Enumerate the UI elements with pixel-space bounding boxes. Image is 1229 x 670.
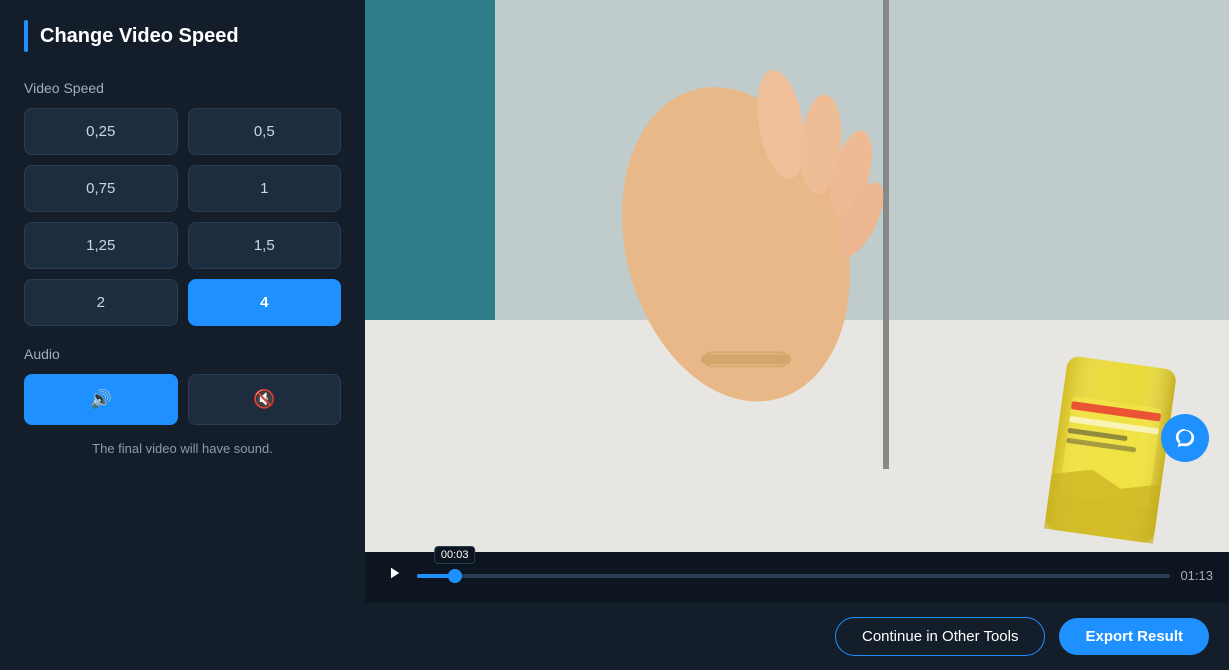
- export-result-button[interactable]: Export Result: [1059, 618, 1209, 655]
- timeline-wrapper: 00:03 01:13: [381, 560, 1213, 591]
- player-bar: 00:03 01:13: [365, 552, 1229, 603]
- timeline-bg: [417, 574, 1170, 578]
- speed-btn-1[interactable]: 1: [188, 165, 342, 212]
- speed-grid: 0,25 0,5 0,75 1 1,25 1,5 2 4: [24, 108, 341, 326]
- video-container: [365, 0, 1229, 552]
- video-speed-label: Video Speed: [24, 80, 341, 96]
- panel-title: Change Video Speed: [40, 25, 239, 48]
- speed-btn-15[interactable]: 1,5: [188, 222, 342, 269]
- panel-title-wrapper: Change Video Speed: [24, 20, 341, 52]
- audio-sound-on-btn[interactable]: 🔊: [24, 374, 178, 425]
- play-button[interactable]: [381, 560, 407, 591]
- speed-btn-4[interactable]: 4: [188, 279, 342, 326]
- audio-label: Audio: [24, 346, 341, 362]
- timeline-tooltip: 00:03: [434, 546, 476, 564]
- timeline-track[interactable]: 00:03: [417, 574, 1170, 578]
- audio-grid: 🔊 🔇: [24, 374, 341, 425]
- speed-btn-075[interactable]: 0,75: [24, 165, 178, 212]
- time-end: 01:13: [1180, 568, 1213, 583]
- scene-hand-svg: [581, 28, 891, 481]
- left-panel: Change Video Speed Video Speed 0,25 0,5 …: [0, 0, 365, 670]
- speed-btn-125[interactable]: 1,25: [24, 222, 178, 269]
- right-panel: 00:03 01:13 Continue in Other Tools Expo…: [365, 0, 1229, 670]
- footer-bar: Continue in Other Tools Export Result: [365, 603, 1229, 670]
- audio-note: The final video will have sound.: [24, 441, 341, 456]
- volume-icon: 🔊: [90, 389, 112, 410]
- speed-btn-025[interactable]: 0,25: [24, 108, 178, 155]
- video-scene: [365, 0, 1229, 552]
- continue-other-tools-button[interactable]: Continue in Other Tools: [835, 617, 1045, 656]
- title-accent-bar: [24, 20, 28, 52]
- speed-btn-2[interactable]: 2: [24, 279, 178, 326]
- mute-icon: 🔇: [253, 389, 275, 410]
- speed-btn-05[interactable]: 0,5: [188, 108, 342, 155]
- audio-sound-off-btn[interactable]: 🔇: [188, 374, 342, 425]
- chat-icon: [1174, 427, 1196, 449]
- timeline-thumb[interactable]: [448, 569, 462, 583]
- chat-fab[interactable]: [1161, 414, 1209, 462]
- play-icon: [385, 564, 403, 582]
